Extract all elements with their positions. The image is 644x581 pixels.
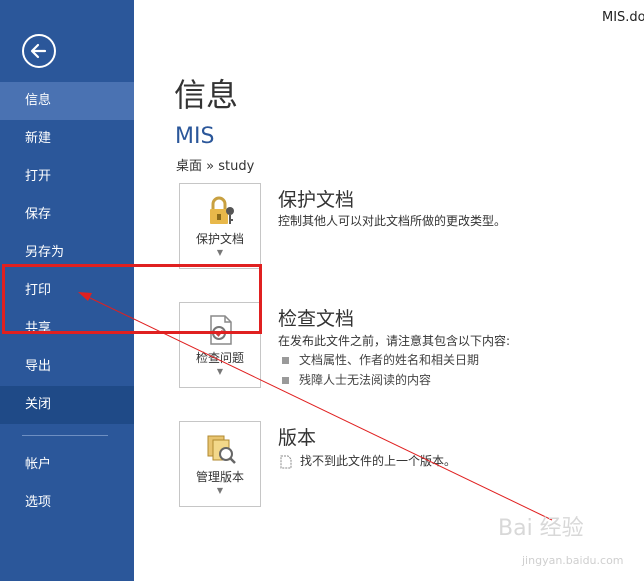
watermark-logo: Bai 经验	[498, 516, 584, 541]
watermark-url: jingyan.baidu.com	[522, 554, 624, 567]
annotation-arrow	[78, 292, 553, 521]
